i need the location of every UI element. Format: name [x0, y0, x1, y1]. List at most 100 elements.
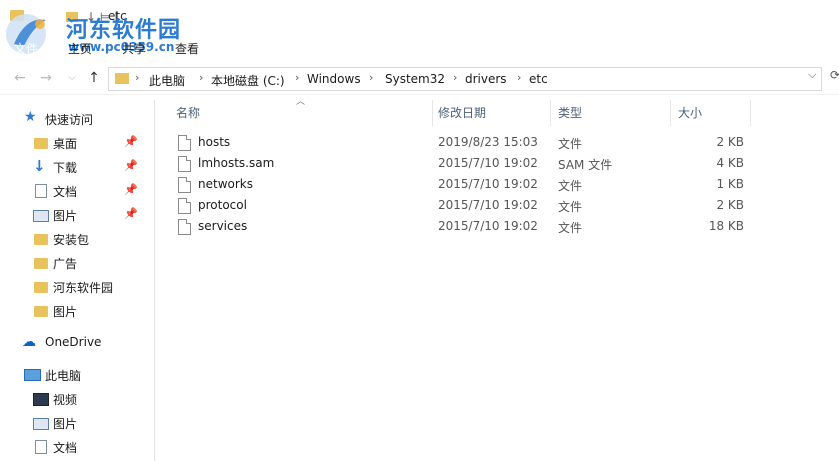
column-divider[interactable] [550, 100, 551, 126]
video-icon [33, 393, 49, 406]
picture-icon [33, 418, 49, 430]
tab-home[interactable]: 主页 [68, 40, 92, 57]
breadcrumb-this-pc[interactable]: 此电脑 [149, 72, 185, 89]
forward-arrow-icon[interactable]: → [38, 70, 54, 86]
address-dropdown-icon[interactable]: ⌵ [808, 68, 816, 82]
column-divider[interactable] [432, 100, 433, 126]
pin-icon[interactable]: 📌 [124, 183, 138, 196]
chevron-right-icon[interactable]: › [517, 71, 521, 84]
cloud-icon: ☁ [22, 334, 36, 350]
breadcrumb-drivers[interactable]: drivers [465, 72, 507, 86]
column-divider[interactable] [750, 100, 751, 126]
file-icon [178, 135, 191, 151]
breadcrumb-local-disk[interactable]: 本地磁盘 (C:) [211, 72, 285, 89]
file-icon [178, 156, 191, 172]
column-header-name[interactable]: 名称 [176, 104, 200, 126]
file-type: 文件 [558, 221, 583, 235]
sidebar-item-quick-access[interactable]: ★ 快速访问 [0, 108, 150, 130]
file-row-services[interactable]: services 2015/7/10 19:02 文件 18 KB [174, 216, 774, 236]
file-row-hosts[interactable]: hosts 2019/8/23 15:03 文件 2 KB [174, 132, 774, 152]
column-header-date[interactable]: 修改日期 [438, 104, 486, 126]
file-row-lmhosts[interactable]: lmhosts.sam 2015/7/10 19:02 SAM 文件 4 KB [174, 153, 774, 173]
sidebar-item-hedong[interactable]: 河东软件园 [0, 276, 150, 298]
folder-icon [34, 234, 48, 245]
chevron-right-icon[interactable]: › [369, 71, 373, 84]
file-date: 2019/8/23 15:03 [438, 135, 538, 149]
file-name: services [198, 219, 248, 233]
sidebar-item-ads[interactable]: 广告 [0, 252, 150, 274]
pin-icon[interactable]: 📌 [124, 159, 138, 172]
file-date: 2015/7/10 19:02 [438, 219, 538, 233]
file-date: 2015/7/10 19:02 [438, 177, 538, 191]
sidebar-item-label: 下载 [53, 161, 78, 175]
tab-file[interactable]: 文件 [14, 40, 38, 57]
sidebar-item-installers[interactable]: 安装包 [0, 228, 150, 250]
sidebar-item-this-pc[interactable]: 此电脑 [0, 364, 150, 386]
file-row-networks[interactable]: networks 2015/7/10 19:02 文件 1 KB [174, 174, 774, 194]
breadcrumb-etc[interactable]: etc [529, 72, 548, 86]
file-size: 4 KB [716, 156, 744, 170]
breadcrumb-windows[interactable]: Windows [307, 72, 361, 86]
tab-share[interactable]: 共享 [122, 40, 146, 57]
breadcrumb-system32[interactable]: System32 [385, 72, 445, 86]
file-row-protocol[interactable]: protocol 2015/7/10 19:02 文件 2 KB [174, 195, 774, 215]
address-row: ← → ⌵ ↑ › 此电脑 › 本地磁盘 (C:) › Windows › Sy… [0, 64, 839, 95]
file-size: 2 KB [716, 198, 744, 212]
pin-icon[interactable]: 📌 [124, 207, 138, 220]
file-name: hosts [198, 135, 231, 149]
recent-locations-chevron-icon[interactable]: ⌵ [64, 70, 80, 86]
sidebar-item-label: 文档 [53, 441, 78, 455]
sidebar-item-desktop[interactable]: 桌面 📌 [0, 132, 150, 154]
document-icon [35, 440, 47, 454]
file-name: protocol [198, 198, 247, 212]
chevron-right-icon[interactable]: › [199, 71, 203, 84]
sidebar-item-pc-documents[interactable]: 文档 [0, 436, 150, 458]
back-arrow-icon[interactable]: ← [12, 70, 28, 86]
sidebar-item-videos[interactable]: 视频 [0, 388, 150, 410]
sidebar-scrollbar[interactable] [140, 100, 155, 461]
file-size: 2 KB [716, 135, 744, 149]
sidebar-item-label: 河东软件园 [53, 281, 114, 295]
sidebar-item-onedrive[interactable]: ☁ OneDrive [0, 332, 150, 354]
star-icon: ★ [24, 109, 37, 125]
column-header-size[interactable]: 大小 [678, 104, 702, 126]
sidebar-item-label: 桌面 [53, 137, 78, 151]
refresh-icon[interactable]: ⟳ [830, 68, 839, 82]
column-divider[interactable] [670, 100, 671, 126]
chevron-right-icon[interactable]: › [135, 71, 139, 84]
sidebar-item-label: 图片 [53, 209, 78, 223]
file-date: 2015/7/10 19:02 [438, 156, 538, 170]
folder-icon [34, 138, 48, 149]
computer-icon [24, 369, 41, 381]
chevron-right-icon[interactable]: › [453, 71, 457, 84]
file-icon [178, 198, 191, 214]
file-type: 文件 [558, 137, 583, 151]
file-icon [178, 219, 191, 235]
sidebar-item-pc-pictures[interactable]: 图片 [0, 412, 150, 434]
sidebar-item-pictures[interactable]: 图片 📌 [0, 204, 150, 226]
sort-ascending-icon: ︿ [296, 97, 306, 107]
folder-icon [34, 258, 48, 269]
sidebar-item-downloads[interactable]: ↓ 下载 📌 [0, 156, 150, 178]
tab-view[interactable]: 查看 [175, 40, 199, 57]
pin-icon[interactable]: 📌 [124, 135, 138, 148]
sidebar-item-label: 安装包 [53, 233, 90, 247]
sidebar-item-documents[interactable]: 文档 📌 [0, 180, 150, 202]
picture-icon [33, 210, 49, 222]
up-arrow-icon[interactable]: ↑ [86, 70, 102, 86]
sidebar-item-label: 此电脑 [45, 369, 82, 383]
file-size: 18 KB [708, 219, 744, 233]
column-header-type[interactable]: 类型 [558, 104, 582, 126]
sidebar-item-pictures-folder[interactable]: 图片 [0, 300, 150, 322]
address-bar[interactable]: › 此电脑 › 本地磁盘 (C:) › Windows › System32 ›… [108, 67, 822, 91]
file-name: networks [198, 177, 253, 191]
sidebar-item-label: 图片 [53, 417, 78, 431]
ribbon-tabs: 文件 主页 共享 查看 [0, 34, 839, 58]
folder-icon [34, 282, 48, 293]
document-icon [35, 184, 47, 198]
file-type: 文件 [558, 179, 583, 193]
chevron-right-icon[interactable]: › [295, 71, 299, 84]
file-type: SAM 文件 [558, 158, 613, 172]
file-list: ︿ 名称 修改日期 类型 大小 hosts 2019/8/23 15:03 文件… [160, 97, 839, 461]
file-date: 2015/7/10 19:02 [438, 198, 538, 212]
